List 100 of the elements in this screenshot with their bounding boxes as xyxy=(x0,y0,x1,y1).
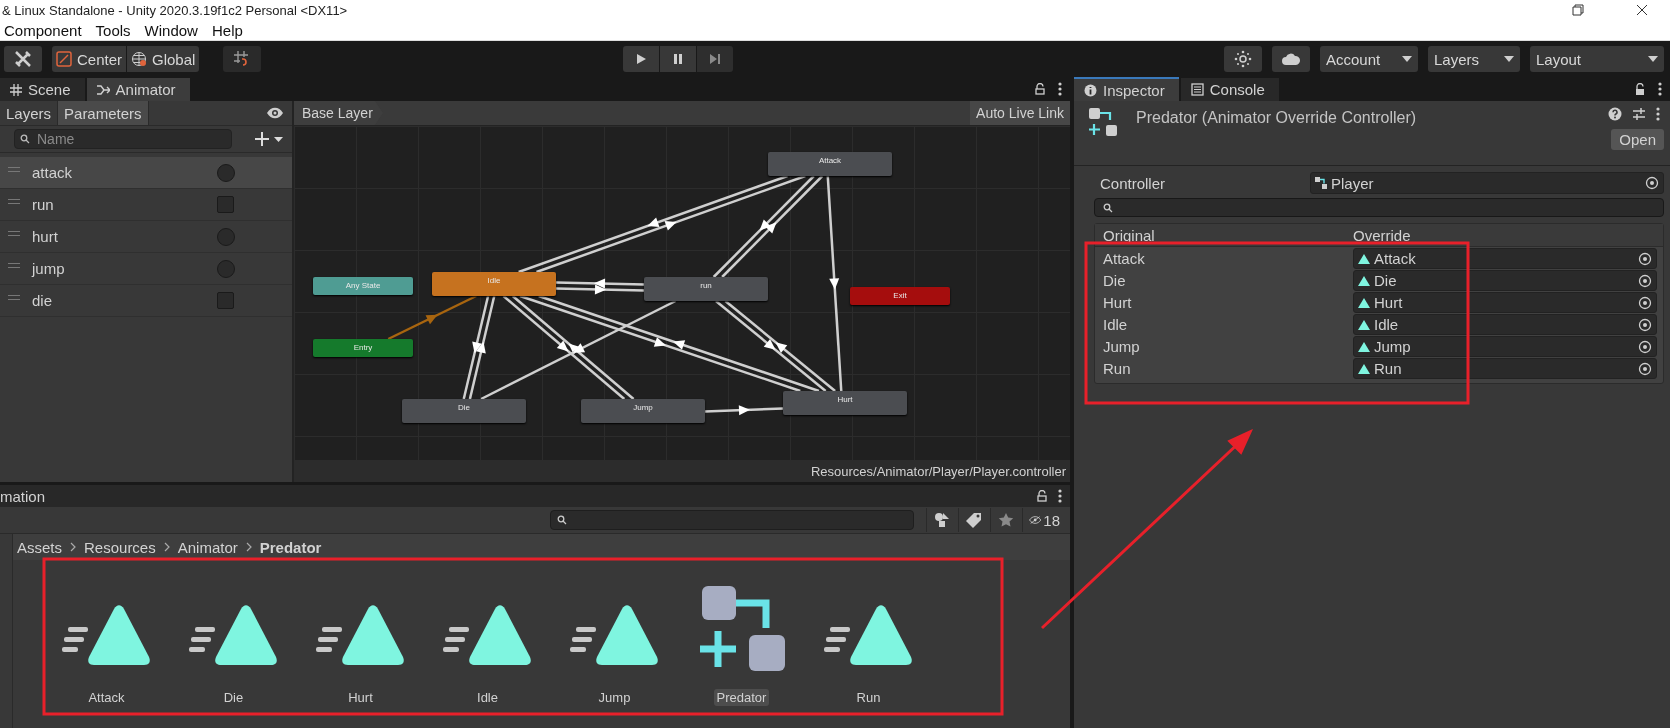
close-icon[interactable] xyxy=(1636,4,1648,16)
open-button[interactable]: Open xyxy=(1611,129,1664,150)
breadcrumb-item[interactable]: Predator xyxy=(259,538,322,556)
search-field[interactable]: Name xyxy=(14,129,232,149)
window-title: & Linux Standalone - Unity 2020.3.19f1c2 Personal <DX11> xyxy=(1,2,348,18)
object-picker-icon[interactable] xyxy=(1638,317,1652,332)
services-button[interactable] xyxy=(1224,46,1262,72)
menu-item[interactable]: Help xyxy=(211,21,243,39)
lock-icon[interactable] xyxy=(1036,490,1048,502)
transition-arrow[interactable] xyxy=(704,405,784,416)
more-menu-icon[interactable] xyxy=(1058,489,1062,503)
drag-handle-icon[interactable] xyxy=(8,263,20,268)
menu-item[interactable]: Component xyxy=(4,21,82,39)
asset-name[interactable]: Predator xyxy=(713,689,770,706)
search-field[interactable] xyxy=(1094,198,1664,217)
layer-breadcrumb[interactable]: Base Layer xyxy=(294,101,383,125)
caret-icon xyxy=(1504,56,1514,62)
asset-name[interactable]: Run xyxy=(853,689,884,706)
object-field[interactable]: Die xyxy=(1353,270,1657,291)
trigger-toggle[interactable] xyxy=(217,227,235,246)
parameter-row[interactable]: die xyxy=(0,285,292,317)
panel-tab[interactable]: Animator xyxy=(86,78,190,101)
breadcrumb-item[interactable]: Animator xyxy=(177,538,238,556)
more-menu-icon[interactable] xyxy=(1658,82,1662,96)
animator-controller-icon xyxy=(1315,177,1327,189)
settings-icon[interactable] xyxy=(1632,107,1646,121)
object-field[interactable]: Hurt xyxy=(1353,292,1657,313)
object-picker-icon[interactable] xyxy=(1638,295,1652,310)
toolbar-dropdown[interactable]: Account xyxy=(1320,46,1418,72)
object-picker-icon[interactable] xyxy=(1638,361,1652,376)
drag-handle-icon[interactable] xyxy=(8,167,20,172)
trigger-toggle[interactable] xyxy=(217,259,235,278)
asset-name[interactable]: Attack xyxy=(85,689,128,706)
trigger-toggle[interactable] xyxy=(217,163,235,182)
parameter-row[interactable]: jump xyxy=(0,253,292,285)
asset-name[interactable]: Jump xyxy=(595,689,634,706)
parameter-row[interactable]: run xyxy=(0,189,292,221)
bool-checkbox[interactable] xyxy=(217,196,234,213)
transition-arrow[interactable] xyxy=(555,284,645,295)
object-field[interactable]: Jump xyxy=(1353,336,1657,357)
cloud-button[interactable] xyxy=(1272,46,1310,72)
restore-icon[interactable] xyxy=(1572,4,1584,16)
lock-icon[interactable] xyxy=(1634,83,1646,95)
help-icon[interactable] xyxy=(1608,107,1622,121)
object-field[interactable]: Idle xyxy=(1353,314,1657,335)
auto-live-link-button[interactable]: Auto Live Link xyxy=(970,101,1070,125)
parameter-row[interactable]: attack xyxy=(0,157,292,189)
search-field[interactable] xyxy=(550,510,914,530)
more-menu-icon[interactable] xyxy=(1058,82,1062,96)
state-node[interactable]: Jump xyxy=(581,399,705,423)
state-node[interactable]: Die xyxy=(402,399,526,423)
field-label: Controller xyxy=(1099,174,1167,192)
lock-icon[interactable] xyxy=(1034,83,1046,95)
branch-icon xyxy=(96,83,110,96)
parameter-name: jump xyxy=(32,260,66,277)
panel-tab[interactable]: Inspector xyxy=(1074,77,1179,101)
object-field[interactable]: Attack xyxy=(1353,248,1657,269)
grid-snap-button[interactable] xyxy=(223,46,262,72)
pivot-button[interactable]: Center xyxy=(52,46,127,72)
asset-name[interactable]: Hurt xyxy=(345,689,376,706)
eye-icon[interactable] xyxy=(266,107,284,119)
parameter-row[interactable]: hurt xyxy=(0,221,292,253)
state-node[interactable]: Exit xyxy=(850,287,950,305)
breadcrumb-item[interactable]: Resources xyxy=(84,538,156,556)
state-node[interactable]: Attack xyxy=(768,152,892,176)
state-node[interactable]: Entry xyxy=(313,339,413,357)
global-button[interactable]: Global xyxy=(127,46,200,72)
toolbar-dropdown[interactable]: Layers xyxy=(1428,46,1520,72)
menu-item[interactable]: Tools xyxy=(95,21,131,39)
menu-item[interactable]: Window xyxy=(144,21,198,39)
drag-handle-icon[interactable] xyxy=(8,231,20,236)
state-node[interactable]: run xyxy=(644,277,768,301)
asset-name[interactable]: Idle xyxy=(474,689,501,706)
bool-checkbox[interactable] xyxy=(217,292,234,309)
asset-name[interactable]: Die xyxy=(220,689,247,706)
object-field[interactable]: Player xyxy=(1310,172,1664,194)
pause-button[interactable] xyxy=(660,46,696,72)
transition-arrow[interactable] xyxy=(555,278,645,289)
shapes-icon xyxy=(933,512,950,528)
tools-button[interactable] xyxy=(4,46,42,72)
object-picker-icon[interactable] xyxy=(1638,339,1652,354)
controller-path: Resources/Animator/Player/Player.controller xyxy=(810,463,1066,479)
object-field[interactable]: Run xyxy=(1353,358,1657,379)
add-parameter-icon[interactable] xyxy=(254,131,284,147)
state-node[interactable]: Hurt xyxy=(783,391,907,415)
sub-tab[interactable]: Parameters xyxy=(58,101,149,125)
override-controller-icon xyxy=(1088,107,1118,137)
breadcrumb-item[interactable]: Assets xyxy=(17,538,62,556)
object-picker-icon[interactable] xyxy=(1638,251,1652,266)
more-menu-icon[interactable] xyxy=(1656,107,1660,121)
object-picker-icon[interactable] xyxy=(1645,176,1659,190)
star-icon xyxy=(997,512,1014,528)
drag-handle-icon[interactable] xyxy=(8,295,20,300)
panel-tab[interactable]: Console xyxy=(1180,78,1279,101)
object-picker-icon[interactable] xyxy=(1638,273,1652,288)
play-button[interactable] xyxy=(623,46,659,72)
drag-handle-icon[interactable] xyxy=(8,199,20,204)
toolbar-dropdown[interactable]: Layout xyxy=(1530,46,1664,72)
panel-tab[interactable]: Scene xyxy=(0,78,85,101)
step-button[interactable] xyxy=(697,46,733,72)
